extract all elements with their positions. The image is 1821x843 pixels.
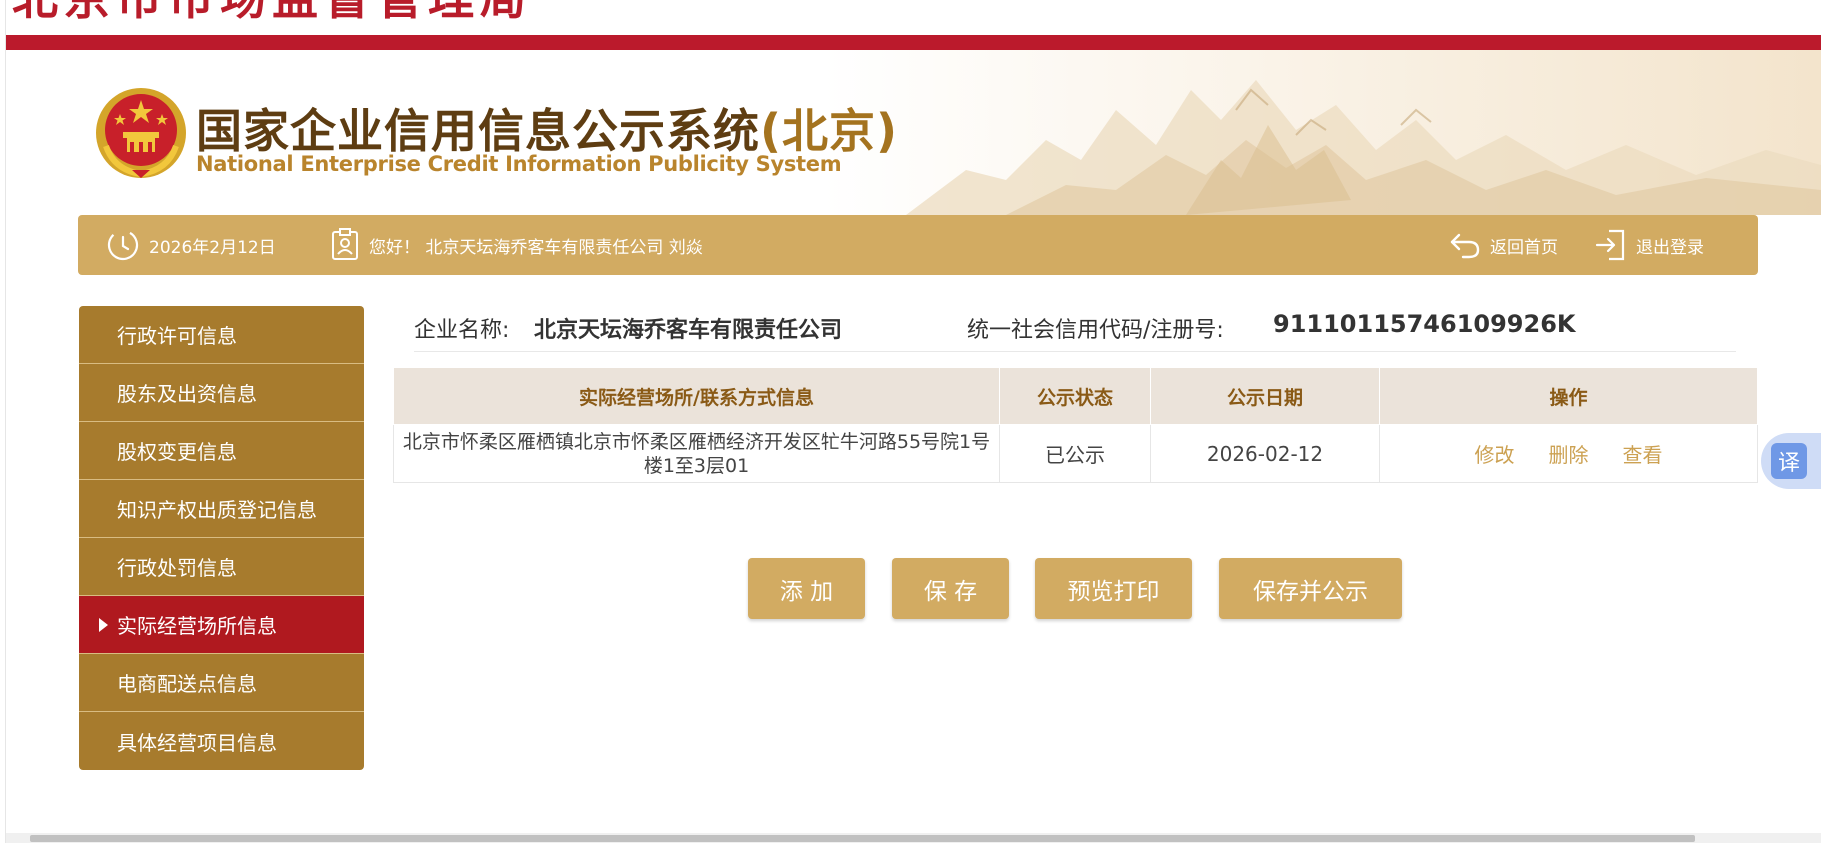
cell-address: 北京市怀柔区雁栖镇北京市怀柔区雁栖经济开发区牤牛河路55号院1号楼1至3层01 (393, 424, 1000, 483)
sidebar-item-label: 知识产权出质登记信息 (117, 498, 317, 522)
add-button[interactable]: 添 加 (748, 558, 865, 619)
active-indicator-icon (99, 618, 108, 632)
sidebar-item-label: 股权变更信息 (117, 440, 237, 464)
table-header-row: 实际经营场所/联系方式信息 公示状态 公示日期 操作 (393, 367, 1758, 425)
return-home-label[interactable]: 返回首页 (1490, 233, 1558, 258)
cell-date: 2026-02-12 (1150, 424, 1380, 483)
scrollbar-thumb[interactable] (30, 835, 1695, 842)
page: 北京市市场监督管理局 国家企业信用信息公示系统(北京) National Ent… (0, 0, 1821, 843)
logout-link[interactable]: 退出登录 (1595, 215, 1704, 275)
date-display: 2026年2月12日 (106, 215, 276, 275)
clock-icon (107, 229, 139, 261)
column-header-status: 公示状态 (999, 367, 1151, 425)
translate-widget[interactable]: 译 (1761, 433, 1821, 489)
system-title-region: (北京) (760, 104, 899, 158)
column-header-date: 公示日期 (1150, 367, 1380, 425)
top-red-bar (6, 35, 1821, 50)
delete-link[interactable]: 删除 (1549, 443, 1589, 467)
sidebar-item-label: 电商配送点信息 (117, 672, 257, 696)
sidebar-item-admin-penalty[interactable]: 行政处罚信息 (79, 538, 364, 596)
credit-code-label: 统一社会信用代码/注册号: (967, 318, 1224, 343)
premises-table: 实际经营场所/联系方式信息 公示状态 公示日期 操作 北京市怀柔区雁栖镇北京市怀… (393, 367, 1758, 483)
view-link[interactable]: 查看 (1623, 443, 1663, 467)
sidebar-item-label: 具体经营项目信息 (117, 730, 277, 755)
current-date: 2026年2月12日 (149, 237, 276, 258)
credit-code: 91110115746109926K (1273, 310, 1576, 338)
sidebar-item-business-projects[interactable]: 具体经营项目信息 (79, 712, 364, 770)
sidebar-item-admin-license[interactable]: 行政许可信息 (79, 306, 364, 364)
logout-icon (1595, 229, 1625, 261)
company-name: 北京天坛海乔客车有限责任公司 (534, 318, 843, 343)
translate-icon[interactable]: 译 (1771, 443, 1807, 479)
save-and-publish-button[interactable]: 保存并公示 (1219, 558, 1402, 619)
logout-label[interactable]: 退出登录 (1636, 233, 1704, 258)
sidebar-item-equity-change[interactable]: 股权变更信息 (79, 422, 364, 480)
sidebar-item-ecommerce-delivery[interactable]: 电商配送点信息 (79, 654, 364, 712)
cell-status: 已公示 (999, 424, 1151, 483)
sidebar-item-label: 实际经营场所信息 (117, 614, 277, 638)
sidebar-item-label: 股东及出资信息 (117, 382, 257, 406)
edit-link[interactable]: 修改 (1475, 443, 1515, 467)
return-icon (1450, 233, 1480, 259)
user-info-bar: 2026年2月12日 您好！ 北京天坛海乔客车有限责任公司 刘焱 返回首页 退出… (78, 215, 1758, 275)
column-header-actions: 操作 (1379, 367, 1758, 425)
horizontal-scrollbar[interactable] (6, 833, 1821, 843)
return-home-link[interactable]: 返回首页 (1449, 215, 1558, 275)
system-title-main: 国家企业信用信息公示系统 (196, 104, 760, 158)
sidebar-item-shareholders[interactable]: 股东及出资信息 (79, 364, 364, 422)
sidebar-item-label: 行政处罚信息 (117, 556, 237, 580)
greeting-text: 您好！ 北京天坛海乔客车有限责任公司 刘焱 (369, 237, 703, 258)
sidebar-item-business-premises[interactable]: 实际经营场所信息 (79, 596, 364, 654)
table-row: 北京市怀柔区雁栖镇北京市怀柔区雁栖经济开发区牤牛河路55号院1号楼1至3层01 … (393, 424, 1758, 483)
sidebar-item-ip-pledge[interactable]: 知识产权出质登记信息 (79, 480, 364, 538)
company-info: 企业名称: 北京天坛海乔客车有限责任公司 统一社会信用代码/注册号: 91110… (414, 304, 1736, 352)
sidebar-menu: 行政许可信息 股东及出资信息 股权变更信息 知识产权出质登记信息 行政处罚信息 … (79, 306, 364, 770)
preview-print-button[interactable]: 预览打印 (1035, 558, 1192, 619)
system-title-english: National Enterprise Credit Information P… (196, 152, 842, 176)
company-name-label: 企业名称: (414, 318, 510, 343)
user-badge-icon (332, 228, 358, 260)
sidebar-item-label: 行政许可信息 (117, 324, 237, 348)
site-banner: 国家企业信用信息公示系统(北京) National Enterprise Cre… (6, 50, 1821, 215)
save-button[interactable]: 保 存 (892, 558, 1009, 619)
national-emblem-icon (96, 88, 186, 178)
column-header-address: 实际经营场所/联系方式信息 (393, 367, 1000, 425)
top-banner-text: 北京市市场监督管理局 (12, 0, 532, 28)
cell-actions: 修改 删除 查看 (1379, 424, 1758, 483)
user-greeting: 您好！ 北京天坛海乔客车有限责任公司 刘焱 (330, 215, 703, 275)
